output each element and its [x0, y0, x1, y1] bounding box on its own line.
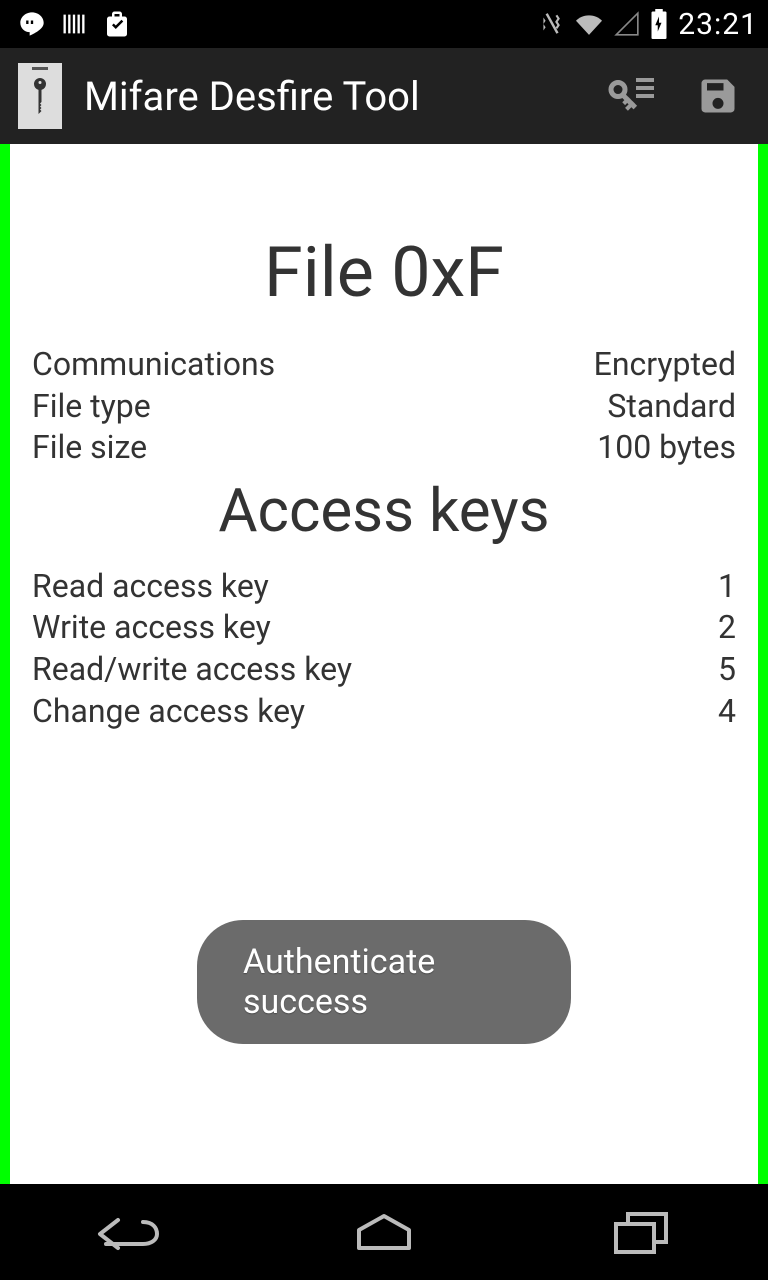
row-file-size: File size 100 bytes: [32, 427, 736, 469]
read-key-label: Read access key: [32, 566, 269, 608]
row-file-type: File type Standard: [32, 386, 736, 428]
read-key-value: 1: [718, 566, 736, 608]
write-key-label: Write access key: [32, 607, 271, 649]
save-icon[interactable]: [696, 74, 740, 118]
row-read-key: Read access key 1: [32, 566, 736, 608]
home-button[interactable]: [324, 1202, 444, 1262]
status-right: 23:21: [538, 7, 758, 42]
screen: 23:21 Mifare Desfire Tool: [0, 0, 768, 1280]
file-type-value: Standard: [607, 386, 736, 428]
content: File 0xF Communications Encrypted File t…: [10, 144, 758, 1184]
file-size-value: 100 bytes: [597, 427, 736, 469]
toast-text: Authenticate success: [243, 942, 435, 1022]
row-rw-key: Read/write access key 5: [32, 649, 736, 691]
rw-key-label: Read/write access key: [32, 649, 352, 691]
app-icon: [18, 63, 62, 129]
cell-signal-icon: [614, 11, 640, 37]
change-key-label: Change access key: [32, 691, 305, 733]
battery-charging-icon: [650, 9, 668, 39]
play-store-icon: [102, 9, 132, 39]
key-menu-icon[interactable]: [602, 74, 656, 118]
toast: Authenticate success: [197, 920, 571, 1044]
action-icons: [602, 74, 750, 118]
row-write-key: Write access key 2: [32, 607, 736, 649]
file-title: File 0xF: [32, 232, 736, 314]
barcode-icon: [60, 10, 88, 38]
app-title: Mifare Desfire Tool: [84, 73, 580, 120]
recent-apps-button[interactable]: [580, 1202, 700, 1262]
row-communications: Communications Encrypted: [32, 344, 736, 386]
vibrate-icon: [538, 11, 564, 37]
wifi-icon: [574, 11, 604, 37]
status-time: 23:21: [678, 7, 758, 42]
content-wrap: File 0xF Communications Encrypted File t…: [0, 144, 768, 1184]
change-key-value: 4: [718, 691, 736, 733]
file-type-label: File type: [32, 386, 151, 428]
hangouts-icon: [18, 10, 46, 38]
rw-key-value: 5: [718, 649, 736, 691]
status-bar: 23:21: [0, 0, 768, 48]
access-keys-title: Access keys: [32, 475, 736, 546]
status-left: [10, 9, 132, 39]
row-change-key: Change access key 4: [32, 691, 736, 733]
communications-value: Encrypted: [594, 344, 736, 386]
action-bar: Mifare Desfire Tool: [0, 48, 768, 144]
navigation-bar: [0, 1184, 768, 1280]
back-button[interactable]: [68, 1202, 188, 1262]
file-size-label: File size: [32, 427, 147, 469]
write-key-value: 2: [718, 607, 736, 649]
communications-label: Communications: [32, 344, 275, 386]
